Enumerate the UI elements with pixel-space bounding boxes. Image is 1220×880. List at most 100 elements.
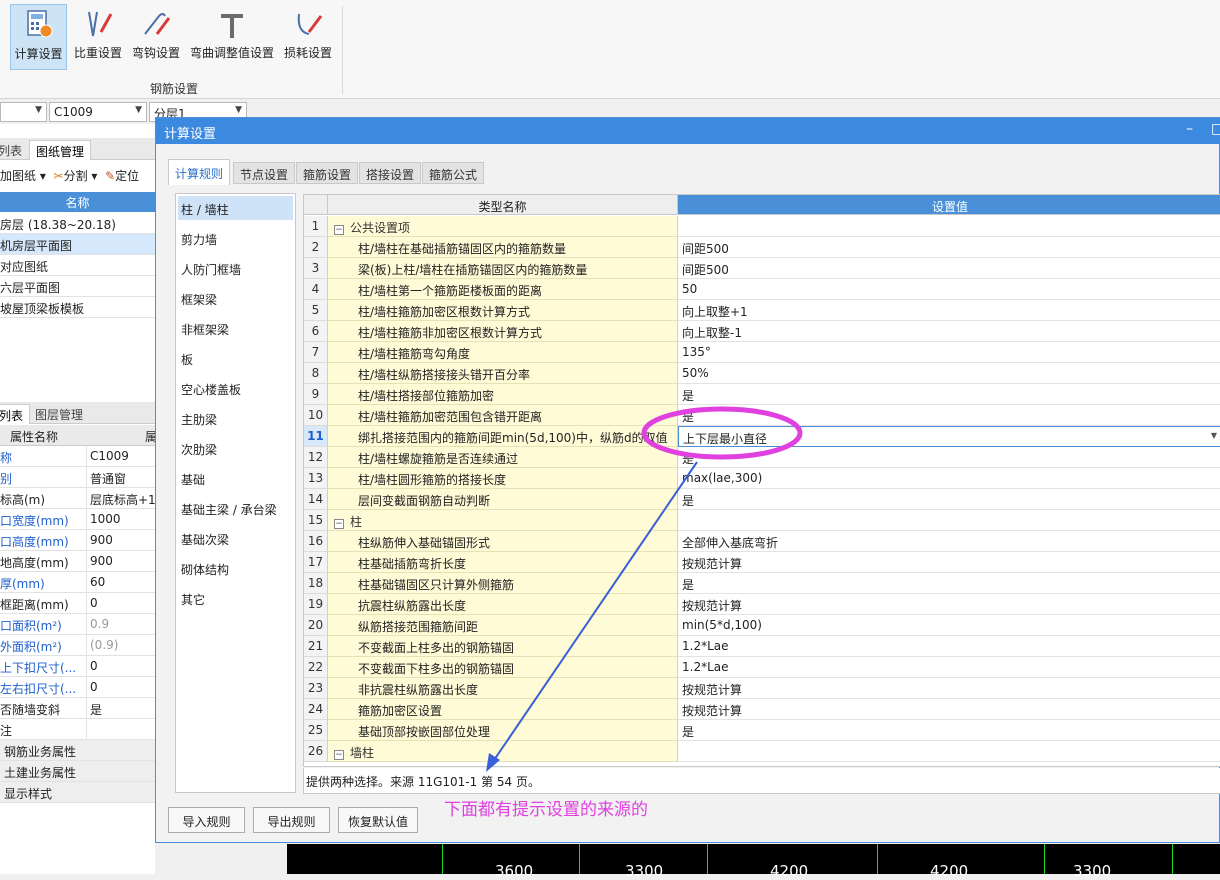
property-value[interactable]: 是 bbox=[90, 698, 155, 718]
table-row[interactable]: 21 不变截面上柱多出的钢筋锚固 1.2*Lae bbox=[304, 636, 1220, 657]
category-item[interactable]: 剪力墙 bbox=[178, 226, 293, 250]
property-row[interactable]: 口宽度(mm) 1000 bbox=[0, 509, 155, 530]
setting-value[interactable]: 1.2*Lae bbox=[678, 636, 1220, 657]
property-value[interactable]: 900 bbox=[90, 530, 155, 550]
table-row[interactable]: 6 柱/墙柱箍筋非加密区根数计算方式 向上取整-1 bbox=[304, 321, 1220, 342]
property-row[interactable]: 地高度(mm) 900 bbox=[0, 551, 155, 572]
property-row[interactable]: 注 bbox=[0, 719, 155, 740]
tab-drawing-manage[interactable]: 图纸管理 bbox=[29, 140, 92, 160]
table-row[interactable]: 12 柱/墙柱螺旋箍筋是否连续通过 是 bbox=[304, 447, 1220, 468]
drawing-item[interactable]: 房层 (18.38~20.18) bbox=[0, 213, 155, 234]
table-row[interactable]: 2 柱/墙柱在基础插筋锚固区内的箍筋数量 间距500 bbox=[304, 237, 1220, 258]
category-item[interactable]: 次肋梁 bbox=[178, 436, 293, 460]
property-value[interactable]: (0.9) bbox=[90, 635, 155, 655]
setting-value[interactable]: 是 bbox=[678, 489, 1220, 510]
restore-default-button[interactable]: 恢复默认值 bbox=[338, 807, 418, 833]
setting-value[interactable] bbox=[678, 216, 1220, 237]
drawing-item[interactable]: 机房层平面图 bbox=[0, 234, 155, 255]
tab-layer-manage[interactable]: 图层管理 bbox=[29, 404, 89, 424]
setting-value[interactable]: 是 bbox=[678, 573, 1220, 594]
setting-value[interactable]: 按规范计算 bbox=[678, 552, 1220, 573]
setting-value[interactable]: 是 bbox=[678, 447, 1220, 468]
property-value[interactable]: 0 bbox=[90, 593, 155, 613]
hook-settings-button[interactable]: 弯钩设置 bbox=[128, 4, 184, 70]
component-combo[interactable]: C1009 ▼ bbox=[49, 102, 147, 122]
table-row[interactable]: 7 柱/墙柱箍筋弯勾角度 135° bbox=[304, 342, 1220, 363]
chevron-down-icon[interactable]: ▼ bbox=[1211, 431, 1217, 440]
table-row[interactable]: 19 抗震柱纵筋露出长度 按规范计算 bbox=[304, 594, 1220, 615]
tab-list[interactable]: 列表 bbox=[0, 140, 28, 160]
property-row[interactable]: 框距离(mm) 0 bbox=[0, 593, 155, 614]
table-row[interactable]: 17 柱基础插筋弯折长度 按规范计算 bbox=[304, 552, 1220, 573]
group-row[interactable]: 1− 公共设置项 bbox=[304, 216, 1220, 237]
setting-value[interactable]: 是 bbox=[678, 720, 1220, 741]
setting-value[interactable]: min(5*d,100) bbox=[678, 615, 1220, 636]
table-row[interactable]: 9 柱/墙柱搭接部位箍筋加密 是 bbox=[304, 384, 1220, 405]
tab-node-settings[interactable]: 节点设置 bbox=[233, 162, 296, 184]
table-row[interactable]: 8 柱/墙柱纵筋搭接接头错开百分率 50% bbox=[304, 363, 1220, 384]
table-row[interactable]: 11 绑扎搭接范围内的箍筋间距min(5d,100)中，纵筋d的取值 上下层最小直径… bbox=[304, 426, 1220, 447]
setting-value[interactable]: 是 bbox=[678, 384, 1220, 405]
setting-value[interactable]: 135° bbox=[678, 342, 1220, 363]
drawing-item[interactable]: 坡屋顶梁板模板 bbox=[0, 297, 155, 318]
property-value[interactable]: 层底标高+1 bbox=[90, 488, 155, 508]
property-row[interactable]: 口高度(mm) 900 bbox=[0, 530, 155, 551]
property-value[interactable]: 60 bbox=[90, 572, 155, 592]
property-value[interactable]: 1000 bbox=[90, 509, 155, 529]
table-row[interactable]: 13 柱/墙柱圆形箍筋的搭接长度 max(lae,300) bbox=[304, 468, 1220, 489]
property-row[interactable]: 外面积(m²) (0.9) bbox=[0, 635, 155, 656]
drawing-item[interactable]: 对应图纸 bbox=[0, 255, 155, 276]
drawing-item[interactable]: 六层平面图 bbox=[0, 276, 155, 297]
table-row[interactable]: 4 柱/墙柱第一个箍筋距楼板面的距离 50 bbox=[304, 279, 1220, 300]
density-settings-button[interactable]: 比重设置 bbox=[70, 4, 126, 70]
category-item[interactable]: 基础 bbox=[178, 466, 293, 490]
property-row[interactable]: 厚(mm) 60 bbox=[0, 572, 155, 593]
setting-value[interactable]: 按规范计算 bbox=[678, 678, 1220, 699]
setting-value[interactable]: 是 bbox=[678, 405, 1220, 426]
property-row[interactable]: 否随墙变斜 是 bbox=[0, 698, 155, 719]
property-row[interactable]: 土建业务属性 bbox=[0, 761, 155, 782]
export-rules-button[interactable]: 导出规则 bbox=[253, 807, 330, 833]
property-row[interactable]: 上下扣尺寸(... 0 bbox=[0, 656, 155, 677]
property-value[interactable]: 普通窗 bbox=[90, 467, 155, 487]
maximize-icon[interactable]: □ bbox=[1211, 121, 1220, 137]
table-row[interactable]: 25 基础顶部按嵌固部位处理 是 bbox=[304, 720, 1220, 741]
setting-value[interactable]: 全部伸入基底弯折 bbox=[678, 531, 1220, 552]
tab-stirrup-formula[interactable]: 箍筋公式 bbox=[422, 162, 485, 184]
category-item[interactable]: 非框架梁 bbox=[178, 316, 293, 340]
table-row[interactable]: 14 层间变截面钢筋自动判断 是 bbox=[304, 489, 1220, 510]
property-row[interactable]: 显示样式 bbox=[0, 782, 155, 803]
tab-calc-rules[interactable]: 计算规则 bbox=[168, 159, 231, 185]
setting-value[interactable]: max(lae,300) bbox=[678, 468, 1220, 489]
setting-value[interactable]: 向上取整-1 bbox=[678, 321, 1220, 342]
setting-value[interactable]: 向上取整+1 bbox=[678, 300, 1220, 321]
collapse-icon[interactable]: − bbox=[334, 750, 344, 760]
setting-value[interactable]: 50 bbox=[678, 279, 1220, 300]
group-row[interactable]: 15− 柱 bbox=[304, 510, 1220, 531]
tab-stirrup-settings[interactable]: 箍筋设置 bbox=[296, 162, 359, 184]
property-row[interactable]: 口面积(m²) 0.9 bbox=[0, 614, 155, 635]
category-item[interactable]: 板 bbox=[178, 346, 293, 370]
bend-adjust-button[interactable]: 弯曲调整值设置 bbox=[187, 4, 277, 70]
setting-value[interactable]: 间距500 bbox=[678, 258, 1220, 279]
category-item[interactable]: 柱 / 墙柱 bbox=[178, 196, 293, 220]
table-row[interactable]: 16 柱纵筋伸入基础锚固形式 全部伸入基底弯折 bbox=[304, 531, 1220, 552]
category-item[interactable]: 基础次梁 bbox=[178, 526, 293, 550]
loss-settings-button[interactable]: 损耗设置 bbox=[280, 4, 336, 70]
property-row[interactable]: 钢筋业务属性 bbox=[0, 740, 155, 761]
import-rules-button[interactable]: 导入规则 bbox=[168, 807, 245, 833]
tab-property-list[interactable]: 列表 bbox=[0, 404, 31, 424]
add-drawing-button[interactable]: 加图纸 ▾ bbox=[0, 169, 46, 183]
setting-value[interactable] bbox=[678, 741, 1220, 762]
category-item[interactable]: 框架梁 bbox=[178, 286, 293, 310]
table-row[interactable]: 24 箍筋加密区设置 按规范计算 bbox=[304, 699, 1220, 720]
floor-type-combo[interactable]: ▼ bbox=[0, 102, 47, 122]
category-item[interactable]: 空心楼盖板 bbox=[178, 376, 293, 400]
collapse-icon[interactable]: − bbox=[334, 519, 344, 529]
property-value[interactable]: 900 bbox=[90, 551, 155, 571]
property-value[interactable]: 0 bbox=[90, 677, 155, 697]
table-row[interactable]: 23 非抗震柱纵筋露出长度 按规范计算 bbox=[304, 678, 1220, 699]
group-row[interactable]: 26− 墙柱 bbox=[304, 741, 1220, 762]
table-row[interactable]: 10 柱/墙柱箍筋加密范围包含错开距离 是 bbox=[304, 405, 1220, 426]
setting-value[interactable]: 1.2*Lae bbox=[678, 657, 1220, 678]
